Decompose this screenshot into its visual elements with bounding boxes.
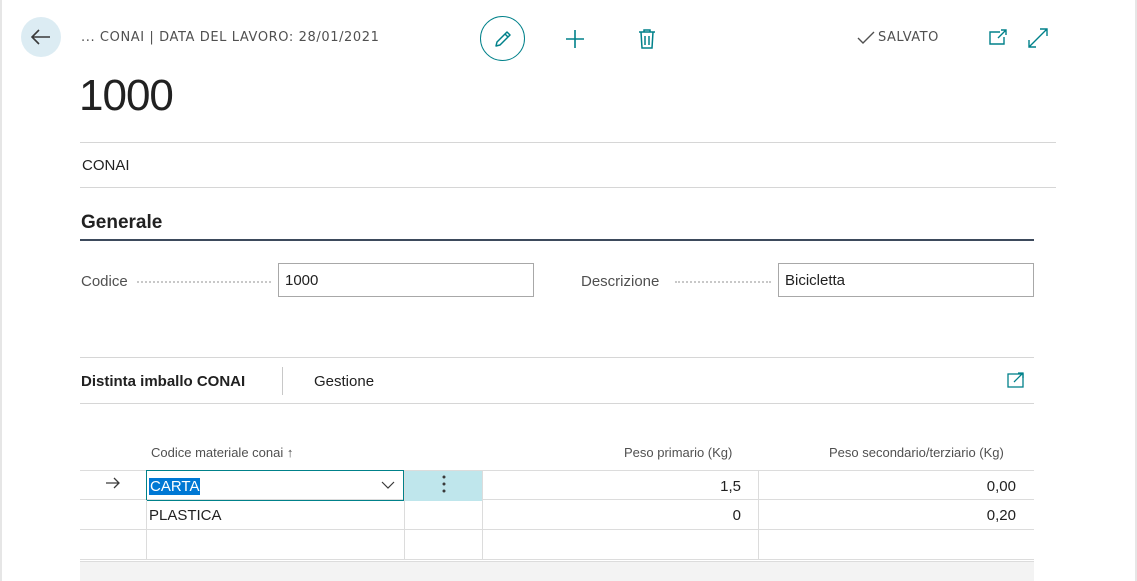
part-title[interactable]: Distinta imballo CONAI [81, 373, 245, 390]
divider [80, 142, 1056, 143]
chevron-down-icon [381, 481, 395, 489]
column-header-secondary[interactable]: Peso secondario/terziario (Kg) [829, 445, 1004, 460]
breadcrumb: ... CONAI | DATA DEL LAVORO: 28/01/2021 [81, 30, 380, 45]
primary-weight-cell[interactable]: 0 [482, 500, 758, 530]
column-header-primary[interactable]: Peso primario (Kg) [624, 445, 732, 460]
collapse-expand-button[interactable] [1027, 27, 1049, 49]
gestione-menu[interactable]: Gestione [314, 373, 374, 390]
table-row-new[interactable] [80, 530, 1034, 560]
grid-footer [80, 561, 1034, 581]
part-popout-button[interactable] [1006, 370, 1026, 390]
page-title: 1000 [79, 71, 174, 120]
dotted-leader [675, 281, 771, 283]
secondary-weight-cell[interactable]: 0,00 [758, 471, 1034, 501]
expand-icon [1028, 28, 1048, 48]
codice-label: Codice [81, 273, 128, 290]
check-icon [857, 31, 875, 44]
divider [80, 187, 1056, 188]
table-row[interactable]: CARTA 1,5 0,00 [80, 470, 1034, 501]
primary-weight-cell[interactable] [482, 530, 758, 560]
divider [80, 403, 1034, 404]
pencil-icon [494, 30, 511, 47]
row-actions-cell[interactable] [404, 530, 482, 560]
column-header-material-label: Codice materiale conai [151, 445, 284, 460]
delete-button[interactable] [636, 27, 658, 51]
descrizione-label: Descrizione [581, 273, 660, 290]
material-cell[interactable]: PLASTICA [146, 500, 404, 530]
row-indicator [80, 530, 146, 560]
row-indicator [80, 471, 146, 501]
add-button[interactable] [563, 27, 587, 51]
material-select[interactable]: CARTA [146, 470, 404, 501]
secondary-weight-cell[interactable]: 0,20 [758, 500, 1034, 530]
dotted-leader [137, 281, 271, 283]
descrizione-field[interactable] [778, 263, 1034, 297]
lines-grid: CARTA 1,5 0,00 PLASTICA 0 0,20 [80, 470, 1034, 560]
row-actions-cell[interactable] [404, 500, 482, 530]
divider [80, 357, 1034, 358]
saved-status: SALVATO [857, 30, 939, 45]
popout-icon [989, 29, 1007, 45]
row-indicator [80, 500, 146, 530]
table-row[interactable]: PLASTICA 0 0,20 [80, 500, 1034, 530]
back-arrow-icon [31, 29, 50, 45]
edit-button[interactable] [480, 16, 525, 61]
row-arrow-icon [106, 477, 120, 489]
material-cell[interactable] [146, 530, 404, 560]
primary-weight-cell[interactable]: 1,5 [482, 471, 758, 501]
trash-icon [639, 29, 655, 49]
back-button[interactable] [21, 17, 61, 57]
row-actions-button[interactable] [404, 471, 482, 501]
section-title-generale[interactable]: Generale [81, 212, 162, 234]
saved-label: SALVATO [878, 30, 939, 45]
record-subtitle: CONAI [82, 157, 130, 174]
plus-icon [566, 30, 584, 48]
window-left-edge [0, 0, 2, 581]
sort-ascending-icon: ↑ [286, 445, 294, 460]
ellipsis-vertical-icon [442, 475, 445, 493]
open-new-window-button[interactable] [988, 28, 1008, 48]
popout-icon [1007, 372, 1024, 388]
material-value: CARTA [149, 478, 201, 495]
secondary-weight-cell[interactable] [758, 530, 1034, 560]
part-separator [282, 367, 283, 395]
column-header-material[interactable]: Codice materiale conai ↑ [151, 445, 293, 460]
codice-field[interactable] [278, 263, 534, 297]
section-underline [80, 239, 1034, 241]
